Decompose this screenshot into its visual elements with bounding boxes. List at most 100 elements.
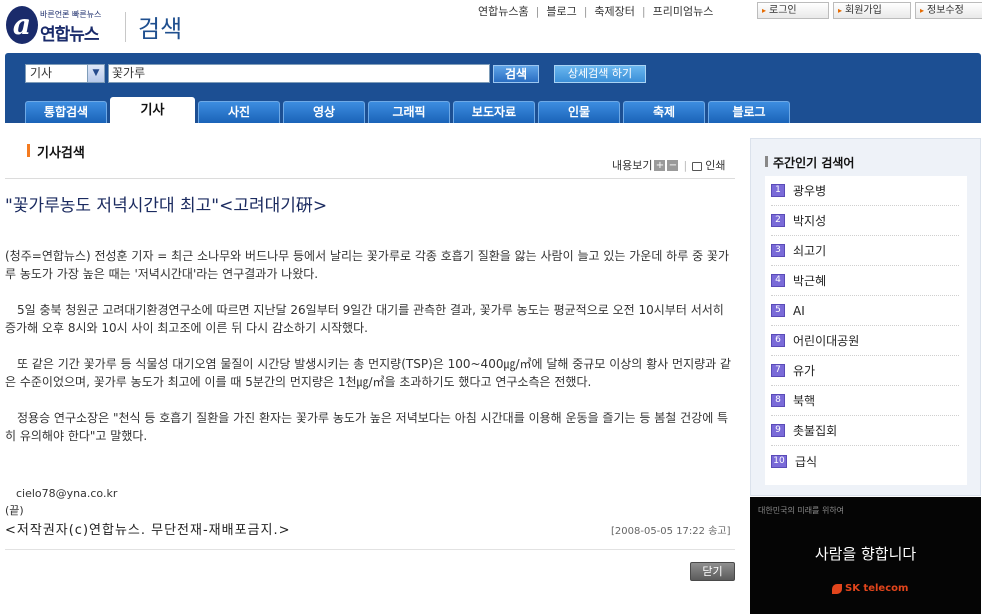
arrow-right-icon: ▸	[762, 6, 767, 15]
arrow-right-icon: ▸	[920, 6, 925, 15]
search-input[interactable]: 꽃가루	[108, 64, 490, 83]
top-links: 연합뉴스홈 | 블로그 | 축제장터 | 프리미엄뉴스	[478, 3, 713, 19]
tab-graphics[interactable]: 그래픽	[368, 101, 450, 123]
keyword-label: 박지성	[793, 214, 827, 228]
article-headline: "꽃가루농도 저녁시간대 최고"<고려대기硏>	[5, 196, 328, 216]
keyword-item[interactable]: 9 촛불집회	[771, 416, 959, 446]
keyword-label: 유가	[793, 364, 816, 378]
publish-datetime: [2008-05-05 17:22 송고]	[611, 526, 731, 537]
signup-label: 회원가입	[845, 5, 882, 16]
login-button[interactable]: ▸ 로그인	[757, 2, 829, 19]
ad-brand-logo: SK telecom	[832, 583, 908, 594]
link-separator: |	[641, 4, 646, 18]
advanced-search-button[interactable]: 상세검색 하기	[554, 65, 646, 83]
ad-tagline: 대한민국의 미래를 위하여	[758, 506, 845, 515]
chevron-down-icon[interactable]: ▼	[87, 65, 104, 82]
link-separator: |	[535, 4, 540, 18]
page-title: 검색	[138, 15, 183, 43]
edit-info-button[interactable]: ▸ 정보수정	[915, 2, 982, 19]
search-button[interactable]: 검색	[493, 65, 539, 83]
signup-button[interactable]: ▸ 회원가입	[833, 2, 911, 19]
divider	[5, 178, 735, 179]
article-paragraph: 5일 충북 청원군 고려대기환경연구소에 따르면 지난달 26일부터 9일간 대…	[5, 303, 724, 335]
link-blog[interactable]: 블로그	[546, 3, 576, 19]
tools-separator: |	[683, 158, 688, 172]
tab-blog[interactable]: 블로그	[708, 101, 790, 123]
view-content-label: 내용보기	[612, 159, 653, 172]
popular-keywords-panel: 주간인기 검색어 1 광우병 2 박지성 3 쇠고기 4 박근혜 5 AI 6 …	[750, 138, 981, 496]
search-bar: 기사 ▼ 꽃가루 검색 상세검색 하기 통합검색 기사 사진 영상 그래픽 보도…	[5, 53, 981, 123]
divider	[5, 549, 735, 550]
tab-festival[interactable]: 축제	[623, 101, 705, 123]
rank-badge: 6	[771, 334, 785, 347]
copyright-notice: <저작권자(c)연합뉴스. 무단전재-재배포금지.>	[5, 523, 291, 538]
logo-slogan: 바른언론 빠른뉴스	[40, 10, 102, 19]
rank-badge: 7	[771, 364, 785, 377]
keyword-item[interactable]: 2 박지성	[771, 206, 959, 236]
sidebar-accent-bar	[765, 156, 768, 167]
keyword-item[interactable]: 4 박근혜	[771, 266, 959, 296]
keyword-item[interactable]: 5 AI	[771, 296, 959, 326]
keyword-label: 쇠고기	[793, 244, 827, 258]
sk-telecom-ad[interactable]: 대한민국의 미래를 위하여 사람을 향합니다 SK telecom	[750, 497, 981, 614]
rank-badge: 8	[771, 394, 785, 407]
link-separator: |	[583, 4, 588, 18]
ad-slogan: 사람을 향합니다	[814, 545, 917, 563]
keyword-item[interactable]: 3 쇠고기	[771, 236, 959, 266]
ad-brand-name: SK telecom	[845, 583, 909, 594]
keyword-label: 급식	[795, 454, 818, 469]
account-buttons: ▸ 로그인 ▸ 회원가입 ▸ 정보수정	[757, 2, 982, 19]
font-increase-icon[interactable]: +	[654, 159, 666, 171]
rank-badge: 3	[771, 244, 785, 257]
keyword-label: 촛불집회	[793, 424, 838, 438]
category-select[interactable]: 기사 ▼	[25, 64, 105, 83]
keyword-label: 북핵	[793, 394, 816, 408]
rank-badge: 10	[771, 454, 787, 468]
link-premium-news[interactable]: 프리미엄뉴스	[653, 3, 714, 19]
keyword-item[interactable]: 8 북핵	[771, 386, 959, 416]
butterfly-logo-icon	[832, 583, 842, 594]
article-body: (청주=연합뉴스) 전성훈 기자 = 최근 소나무와 버드나무 등에서 날리는 …	[5, 247, 733, 445]
logo-name: 연합뉴스	[40, 25, 100, 45]
tab-integrated[interactable]: 통합검색	[25, 101, 107, 123]
font-decrease-icon[interactable]: −	[667, 159, 679, 171]
article-paragraph: 또 같은 기간 꽃가루 등 식물성 대기오염 물질이 시간당 발생시키는 총 먼…	[5, 357, 732, 389]
keyword-item[interactable]: 6 어린이대공원	[771, 326, 959, 356]
keyword-list: 1 광우병 2 박지성 3 쇠고기 4 박근혜 5 AI 6 어린이대공원 7 …	[765, 176, 967, 485]
article-paragraph: 정용승 연구소장은 "천식 등 호흡기 질환을 가진 환자는 꽃가루 농도가 높…	[5, 411, 729, 443]
category-value: 기사	[30, 66, 53, 80]
sidebar-title: 주간인기 검색어	[773, 156, 855, 170]
link-festival-market[interactable]: 축제장터	[594, 3, 634, 19]
keyword-label: 어린이대공원	[793, 334, 860, 348]
keyword-item[interactable]: 10 급식	[771, 446, 959, 476]
keyword-item[interactable]: 7 유가	[771, 356, 959, 386]
arrow-right-icon: ▸	[838, 6, 843, 15]
header-divider	[125, 12, 126, 42]
close-button[interactable]: 닫기	[690, 562, 735, 581]
rank-badge: 1	[771, 184, 785, 197]
tab-articles[interactable]: 기사	[110, 97, 195, 123]
tab-people[interactable]: 인물	[538, 101, 620, 123]
link-yonhap-home[interactable]: 연합뉴스홈	[478, 3, 529, 19]
header: a 바른언론 빠른뉴스 연합뉴스 검색 연합뉴스홈 | 블로그 | 축제장터 |…	[0, 0, 982, 52]
section-title: 기사검색	[37, 146, 85, 161]
keyword-item[interactable]: 1 광우병	[771, 176, 959, 206]
print-link[interactable]: 인쇄	[705, 157, 725, 173]
rank-badge: 2	[771, 214, 785, 227]
keyword-label: 광우병	[793, 184, 827, 198]
article-panel: 기사검색 내용보기 + − | 인쇄 "꽃가루농도 저녁시간대 최고"<고려대기…	[5, 123, 745, 614]
end-mark: (끝)	[5, 504, 24, 517]
yonhap-logo[interactable]: a 바른언론 빠른뉴스 연합뉴스	[6, 6, 126, 45]
tab-press-release[interactable]: 보도자료	[453, 101, 535, 123]
keyword-label: AI	[793, 303, 805, 318]
rank-badge: 9	[771, 424, 785, 437]
printer-icon[interactable]	[692, 161, 703, 171]
login-label: 로그인	[769, 5, 797, 16]
rank-badge: 5	[771, 304, 785, 317]
tab-video[interactable]: 영상	[283, 101, 365, 123]
rank-badge: 4	[771, 274, 785, 287]
tab-photos[interactable]: 사진	[198, 101, 280, 123]
reporter-email: cielo78@yna.co.kr	[16, 487, 118, 500]
article-paragraph: (청주=연합뉴스) 전성훈 기자 = 최근 소나무와 버드나무 등에서 날리는 …	[5, 249, 730, 281]
keyword-label: 박근혜	[793, 274, 827, 288]
